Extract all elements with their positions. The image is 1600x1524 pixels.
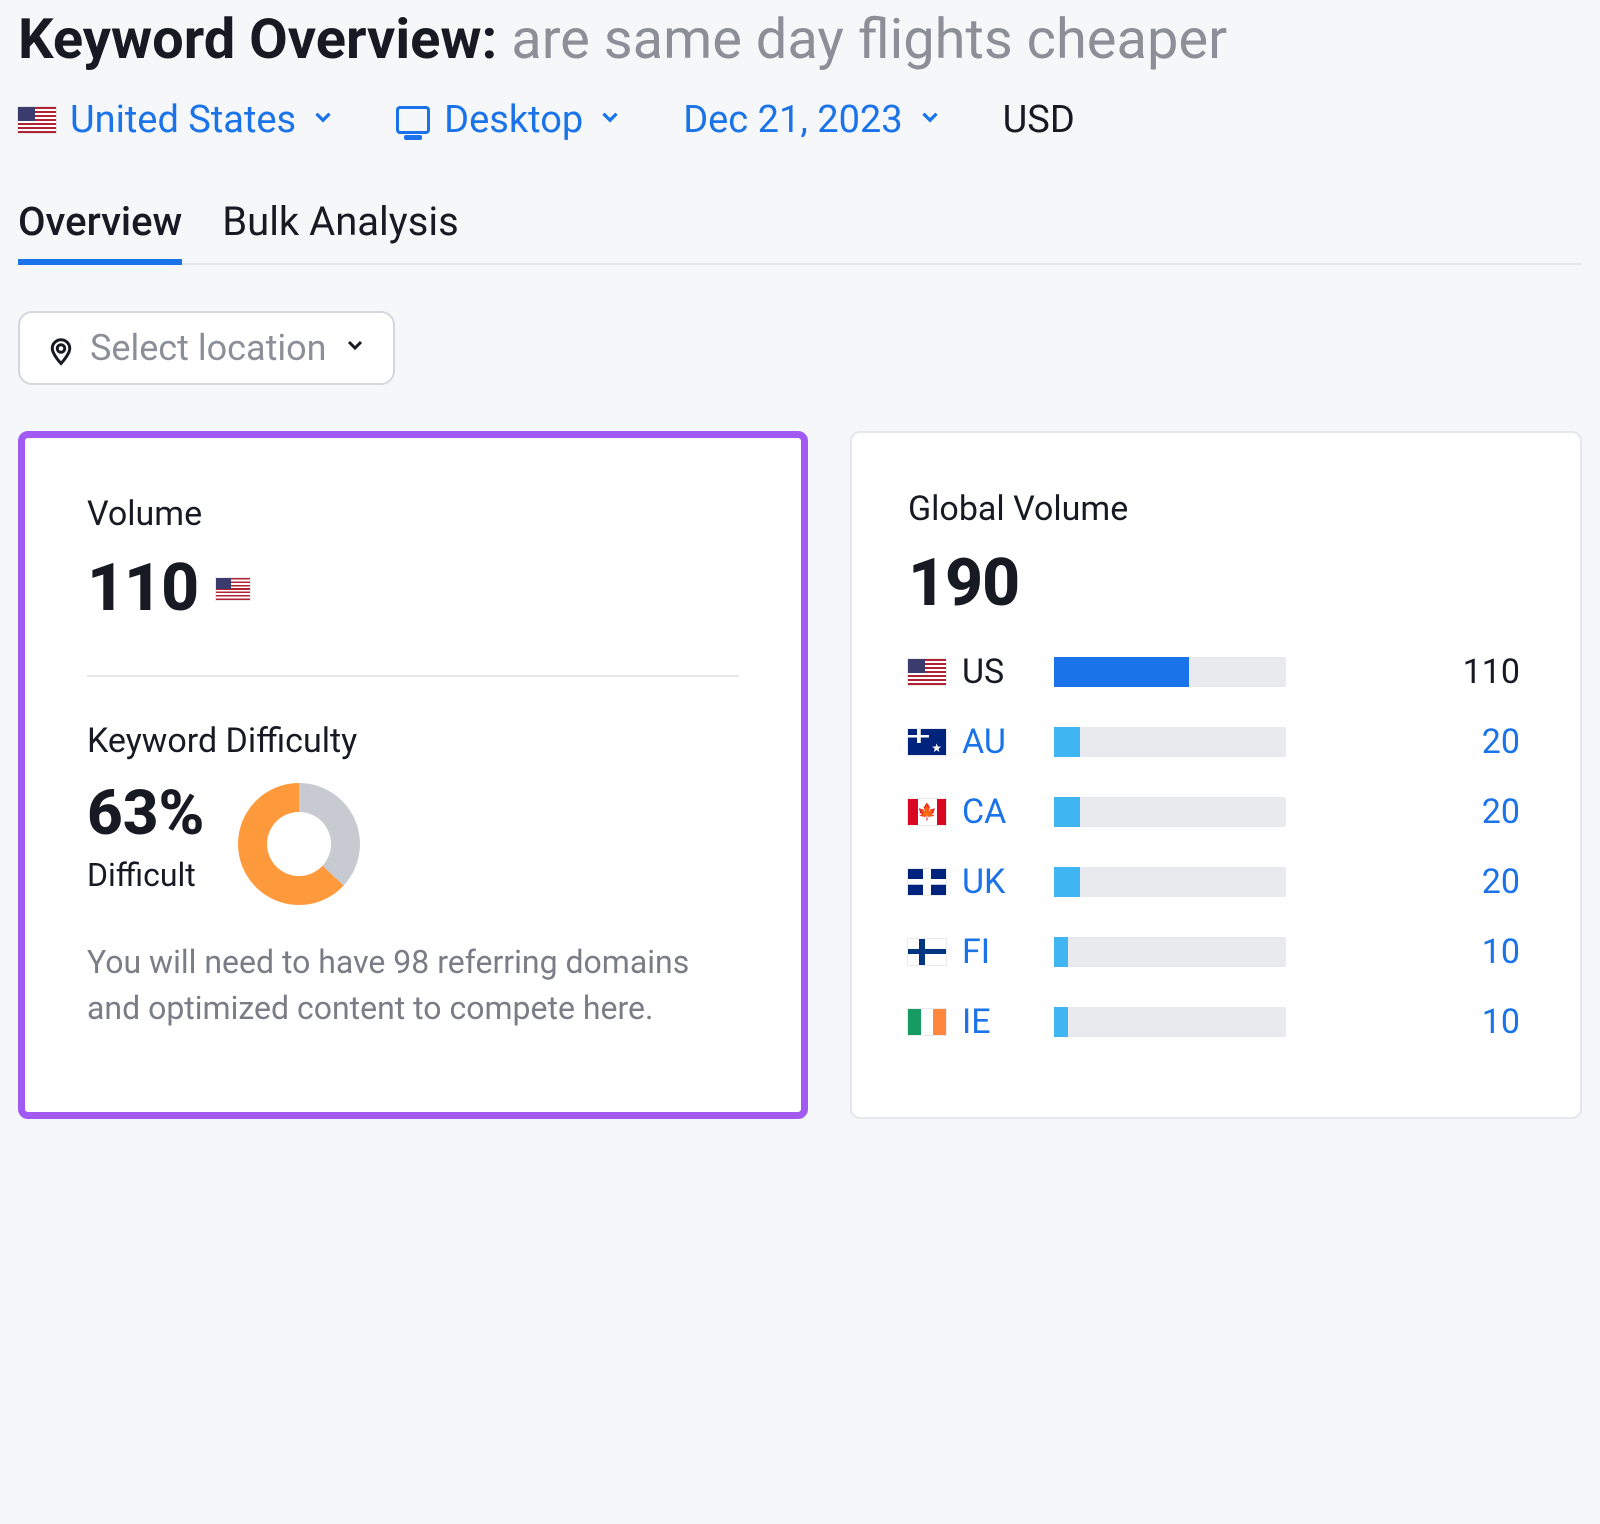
tabs: Overview Bulk Analysis: [18, 186, 1582, 265]
global-volume-list: US 110 AU 20 CA 20 UK 20: [908, 652, 1520, 1042]
volume-bar: [1054, 1007, 1286, 1037]
kd-label: Keyword Difficulty: [87, 721, 739, 761]
global-volume-card: Global Volume 190 US 110 AU 20 CA 20: [850, 431, 1582, 1119]
country-filter-label: United States: [70, 98, 296, 142]
country-code: AU: [962, 722, 1032, 762]
chevron-down-icon: [917, 104, 943, 137]
country-code: CA: [962, 792, 1032, 832]
location-select[interactable]: Select location: [18, 311, 395, 385]
country-code: IE: [962, 1002, 1032, 1042]
volume-value: 10: [1482, 932, 1520, 972]
device-filter[interactable]: Desktop: [396, 98, 623, 142]
volume-bar: [1054, 867, 1286, 897]
volume-value: 110: [1463, 652, 1520, 692]
us-flag-icon: [908, 659, 946, 685]
page-title: Keyword Overview: are same day flights c…: [18, 0, 1582, 98]
volume-bar: [1054, 727, 1286, 757]
volume-label: Volume: [87, 494, 739, 534]
ca-flag-icon: [908, 799, 946, 825]
us-flag-icon: [18, 107, 56, 133]
global-volume-label: Global Volume: [908, 489, 1520, 529]
country-code: US: [962, 652, 1032, 692]
gv-row-uk[interactable]: UK 20: [908, 862, 1520, 902]
uk-flag-icon: [908, 869, 946, 895]
desktop-icon: [396, 106, 430, 134]
volume-value: 110: [87, 550, 198, 627]
country-code: UK: [962, 862, 1032, 902]
chevron-down-icon: [310, 104, 336, 137]
gv-row-us[interactable]: US 110: [908, 652, 1520, 692]
gv-row-fi[interactable]: FI 10: [908, 932, 1520, 972]
date-filter[interactable]: Dec 21, 2023: [683, 98, 942, 142]
fi-flag-icon: [908, 939, 946, 965]
volume-value: 20: [1482, 722, 1520, 762]
keyword-text: are same day flights cheaper: [511, 6, 1227, 72]
kd-description: You will need to have 98 referring domai…: [87, 939, 727, 1032]
currency-label: USD: [1003, 98, 1075, 142]
cards-row: Volume 110 Keyword Difficulty 63% Diffic…: [18, 431, 1582, 1119]
country-code: FI: [962, 932, 1032, 972]
volume-card: Volume 110 Keyword Difficulty 63% Diffic…: [18, 431, 808, 1119]
gv-row-au[interactable]: AU 20: [908, 722, 1520, 762]
chevron-down-icon: [597, 104, 623, 137]
ie-flag-icon: [908, 1009, 946, 1035]
tab-overview[interactable]: Overview: [18, 186, 182, 265]
date-filter-label: Dec 21, 2023: [683, 98, 902, 142]
map-pin-icon: [46, 334, 74, 362]
global-volume-total: 190: [908, 545, 1520, 622]
volume-bar: [1054, 797, 1286, 827]
kd-level: Difficult: [87, 856, 204, 894]
volume-value: 10: [1482, 1002, 1520, 1042]
volume-bar: [1054, 937, 1286, 967]
us-flag-icon: [216, 578, 250, 600]
divider: [87, 675, 739, 677]
tab-bulk-analysis[interactable]: Bulk Analysis: [222, 186, 459, 263]
gv-row-ca[interactable]: CA 20: [908, 792, 1520, 832]
chevron-down-icon: [343, 333, 367, 364]
kd-percent: 63%: [87, 777, 204, 850]
country-filter[interactable]: United States: [18, 98, 336, 142]
volume-value: 20: [1482, 862, 1520, 902]
filters-row: United States Desktop Dec 21, 2023 USD: [18, 98, 1582, 186]
volume-bar: [1054, 657, 1286, 687]
kd-donut-chart: [238, 783, 360, 905]
gv-row-ie[interactable]: IE 10: [908, 1002, 1520, 1042]
au-flag-icon: [908, 729, 946, 755]
device-filter-label: Desktop: [444, 98, 583, 142]
location-placeholder: Select location: [90, 327, 327, 369]
volume-value: 20: [1482, 792, 1520, 832]
title-prefix: Keyword Overview:: [18, 6, 497, 72]
